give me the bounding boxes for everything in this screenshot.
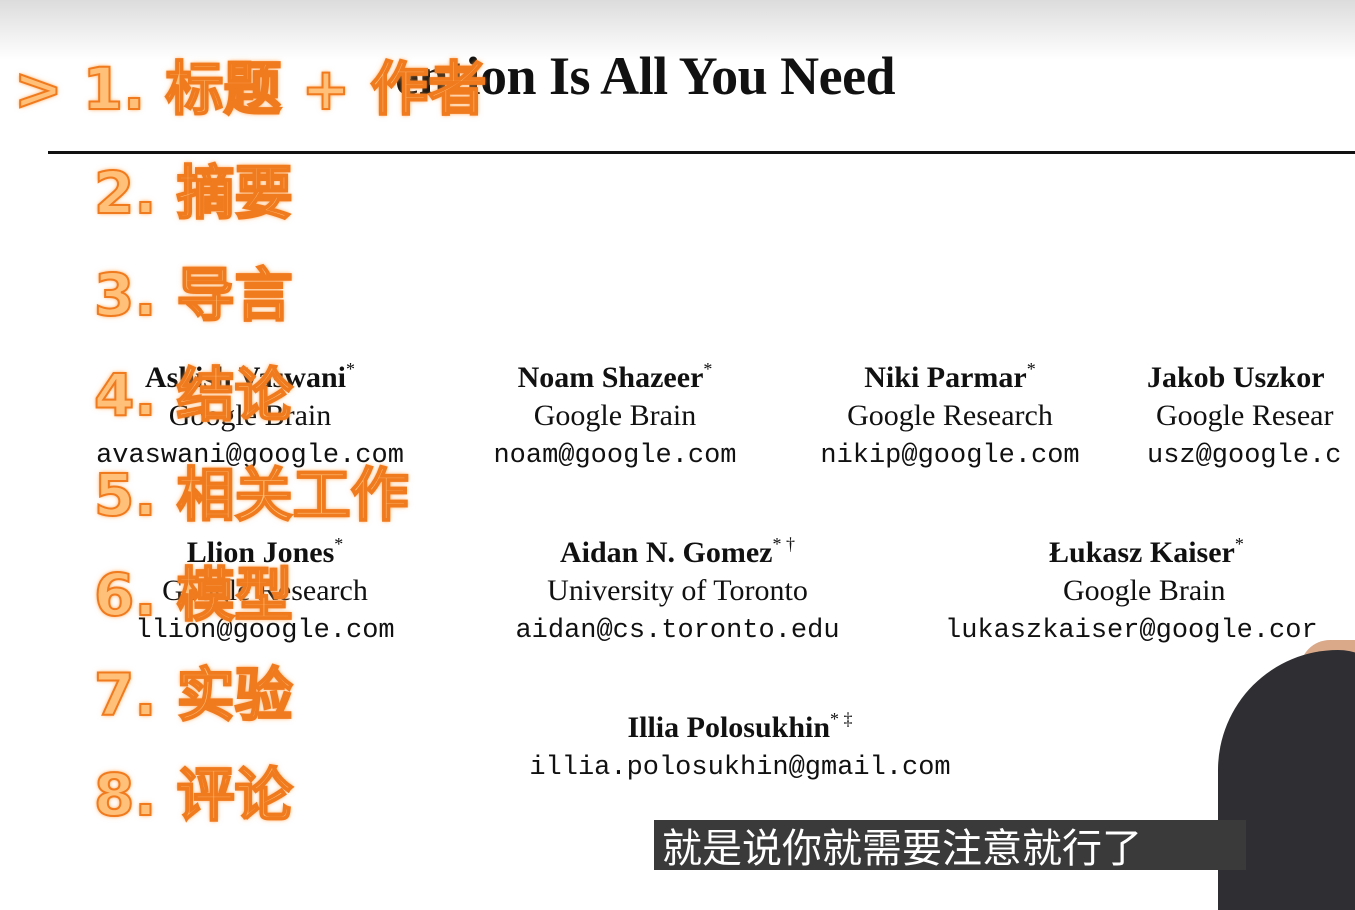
video-subtitle: 就是说你就需要注意就行了 bbox=[654, 820, 1246, 870]
author-email: usz@google.c bbox=[1147, 441, 1342, 471]
outline-item-experiments: 7. 实验 bbox=[93, 660, 294, 730]
author-block: Jakob Uszkor Google Resear usz@google.c bbox=[1147, 350, 1355, 477]
author-name: Jakob Uszkor bbox=[1147, 361, 1325, 394]
outline-item-introduction: 3. 导言 bbox=[93, 260, 294, 330]
author-email: lukaszkaiser@google.cor bbox=[945, 616, 1318, 646]
author-name: Łukasz Kaiser* bbox=[1049, 534, 1244, 569]
outline-item-model: 6. 模型 bbox=[93, 560, 294, 630]
author-affiliation: University of Toronto bbox=[547, 574, 808, 607]
outline-item-review: 8. 评论 bbox=[93, 760, 294, 830]
author-name: Niki Parmar* bbox=[864, 359, 1036, 394]
outline-item-conclusion: 4. 结论 bbox=[93, 360, 294, 430]
author-email: nikip@google.com bbox=[820, 441, 1080, 471]
author-affiliation: Google Research bbox=[847, 399, 1053, 432]
outline-item-title-authors: > 1. 标题 + 作者 bbox=[13, 54, 487, 124]
author-block: Noam Shazeer* Google Brain noam@google.c… bbox=[465, 350, 765, 477]
author-block: Illia Polosukhin* ‡ illia.polosukhin@gma… bbox=[470, 700, 1010, 789]
author-email: aidan@cs.toronto.edu bbox=[515, 616, 840, 646]
author-email: illia.polosukhin@gmail.com bbox=[529, 753, 951, 783]
outline-item-abstract: 2. 摘要 bbox=[93, 158, 294, 228]
author-affiliation: Google Brain bbox=[1063, 574, 1226, 607]
author-affiliation: Google Brain bbox=[533, 399, 697, 432]
outline-item-related-work: 5. 相关工作 bbox=[93, 460, 410, 530]
presenter-figure bbox=[1218, 650, 1355, 910]
author-email: noam@google.com bbox=[493, 441, 737, 471]
author-block: Aidan N. Gomez* † University of Toronto … bbox=[480, 525, 875, 652]
author-name: Aidan N. Gomez* † bbox=[560, 534, 795, 569]
author-block: Niki Parmar* Google Research nikip@googl… bbox=[795, 350, 1105, 477]
author-affiliation: Google Resear bbox=[1156, 399, 1334, 432]
author-name: Noam Shazeer* bbox=[517, 359, 713, 394]
author-name: Illia Polosukhin* ‡ bbox=[627, 709, 853, 744]
author-block: Łukasz Kaiser* Google Brain lukaszkaiser… bbox=[945, 525, 1355, 652]
